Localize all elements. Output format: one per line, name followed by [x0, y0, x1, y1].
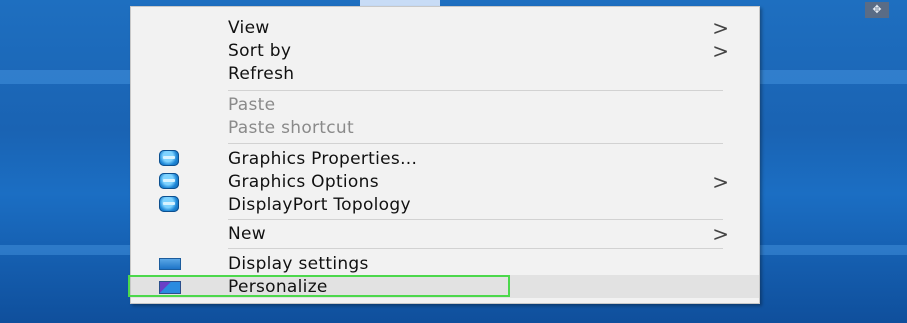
submenu-arrow-icon: > — [712, 38, 729, 63]
menu-separator — [228, 90, 723, 91]
menu-item-paste: Paste — [131, 93, 759, 116]
personalize-icon — [159, 281, 181, 294]
menu-item-label: Display settings — [228, 253, 369, 274]
menu-item-personalize[interactable]: Personalize — [131, 275, 759, 298]
submenu-arrow-icon: > — [712, 169, 729, 194]
menu-item-paste-shortcut: Paste shortcut — [131, 116, 759, 139]
menu-item-label: Graphics Options — [228, 171, 379, 192]
display-icon — [159, 258, 181, 270]
intel-graphics-icon — [159, 173, 179, 189]
menu-item-view[interactable]: View > — [131, 15, 759, 40]
menu-item-display-settings[interactable]: Display settings — [131, 252, 759, 275]
menu-item-label: DisplayPort Topology — [228, 194, 411, 215]
desktop-context-menu: View > Sort by > Refresh Paste Paste sho… — [130, 6, 760, 304]
menu-item-graphics-properties[interactable]: Graphics Properties... — [131, 147, 759, 170]
move-icon[interactable]: ✥ — [865, 2, 889, 18]
menu-item-sort-by[interactable]: Sort by > — [131, 38, 759, 63]
submenu-arrow-icon: > — [712, 15, 729, 40]
menu-separator — [228, 219, 723, 220]
menu-item-label: View — [228, 17, 270, 38]
menu-separator — [228, 248, 723, 249]
menu-item-label: Sort by — [228, 40, 292, 61]
menu-item-label: Personalize — [228, 276, 328, 297]
menu-item-label: Refresh — [228, 63, 295, 84]
submenu-arrow-icon: > — [712, 221, 729, 246]
menu-item-new[interactable]: New > — [131, 221, 759, 246]
menu-item-label: New — [228, 223, 266, 244]
intel-graphics-icon — [159, 150, 179, 166]
menu-item-label: Paste — [228, 94, 276, 115]
menu-separator — [228, 143, 723, 144]
menu-item-graphics-options[interactable]: Graphics Options > — [131, 169, 759, 194]
menu-item-refresh[interactable]: Refresh — [131, 62, 759, 85]
menu-item-displayport-topology[interactable]: DisplayPort Topology — [131, 193, 759, 216]
menu-item-label: Graphics Properties... — [228, 148, 418, 169]
intel-graphics-icon — [159, 196, 179, 212]
menu-item-label: Paste shortcut — [228, 117, 354, 138]
